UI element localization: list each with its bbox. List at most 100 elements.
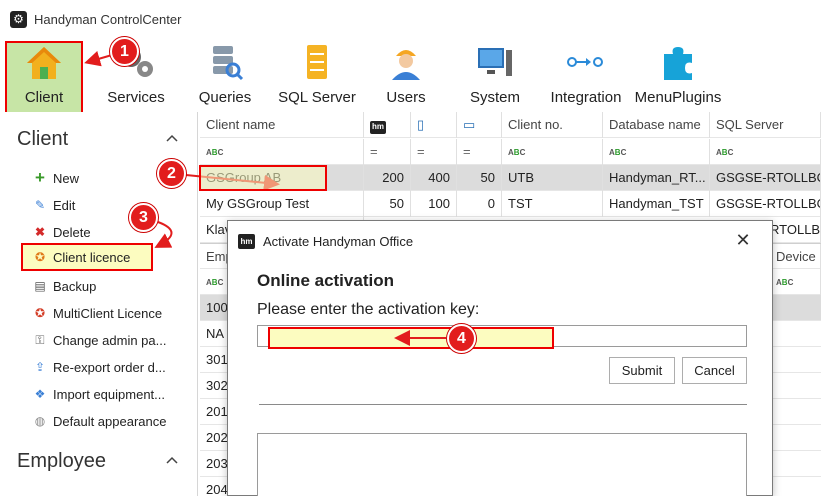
sidebar-item-label: Backup bbox=[53, 278, 97, 294]
database-search-icon bbox=[205, 42, 245, 82]
close-icon[interactable]: ✕ bbox=[734, 231, 752, 249]
sidebar-item-new[interactable]: + New bbox=[33, 167, 79, 189]
appearance-icon: ◍ bbox=[34, 414, 46, 428]
sidebar-item-client-licence[interactable]: ✪ Client licence bbox=[21, 243, 153, 271]
filter-hm[interactable]: = bbox=[364, 139, 411, 165]
sidebar-item-import-equipment[interactable]: ❖ Import equipment... bbox=[33, 383, 165, 405]
integration-icon bbox=[566, 42, 606, 82]
ribbon-services-label: Services bbox=[107, 89, 165, 106]
ribbon-integration-button[interactable]: Integration bbox=[546, 38, 626, 112]
grid-filter-row: ABC = = = ABC ABC ABC bbox=[200, 139, 821, 165]
sidebar-item-label: Delete bbox=[53, 224, 91, 240]
hm-icon: hm bbox=[370, 120, 386, 134]
edit-icon: ✎ bbox=[34, 198, 46, 212]
step-2-highlight bbox=[199, 165, 327, 191]
cell-hm: 200 bbox=[364, 165, 411, 191]
computer-icon bbox=[475, 42, 515, 82]
equals-filter-icon: = bbox=[417, 144, 425, 159]
chevron-up-icon[interactable] bbox=[166, 454, 178, 466]
text-filter-icon: ABC bbox=[508, 148, 526, 157]
export-icon: ⇪ bbox=[34, 360, 46, 374]
activation-key-label: Please enter the activation key: bbox=[257, 301, 480, 318]
sidebar-item-backup[interactable]: ▤ Backup bbox=[33, 275, 96, 297]
step-1-badge: 1 bbox=[110, 37, 139, 66]
import-icon: ❖ bbox=[34, 387, 46, 401]
sidebar-client-header: Client bbox=[17, 128, 69, 150]
step-2-badge: 2 bbox=[157, 159, 186, 188]
plus-icon: + bbox=[35, 168, 45, 187]
table-row[interactable]: My GSGroup Test 50 100 0 TST Handyman_TS… bbox=[200, 191, 821, 217]
sidebar-item-change-admin-password[interactable]: ⚿ Change admin pa... bbox=[33, 329, 166, 351]
filter-client-no[interactable]: ABC bbox=[502, 139, 603, 165]
sidebar-item-label: Change admin pa... bbox=[53, 332, 167, 348]
dialog-title: Activate Handyman Office bbox=[263, 233, 414, 249]
sidebar-item-label: Edit bbox=[53, 197, 76, 213]
ribbon-queries-button[interactable]: Queries bbox=[192, 38, 258, 112]
equals-filter-icon: = bbox=[370, 144, 378, 159]
ribbon-users-button[interactable]: Users bbox=[378, 38, 434, 112]
cell-sql-server: GSGSE-RTOLLBOM bbox=[710, 191, 821, 217]
ribbon-menuplugins-button[interactable]: MenuPlugins bbox=[634, 38, 722, 112]
sidebar-item-label: New bbox=[53, 170, 80, 186]
window-titlebar: ⚙ Handyman ControlCenter bbox=[0, 0, 821, 38]
cancel-button[interactable]: Cancel bbox=[682, 357, 747, 384]
cell-client-name: My GSGroup Test bbox=[200, 191, 364, 217]
filter-desktop[interactable]: = bbox=[457, 139, 502, 165]
cell-database-name: Handyman_RT... bbox=[603, 165, 710, 191]
column-header-desktop[interactable]: ▭ bbox=[457, 112, 502, 138]
filter-client-name[interactable]: ABC bbox=[200, 139, 364, 165]
sidebar-item-label: Import equipment... bbox=[53, 386, 165, 402]
filter-mobile[interactable]: = bbox=[411, 139, 457, 165]
cell-desktop: 0 bbox=[457, 191, 502, 217]
sidebar-item-label: Client licence bbox=[53, 249, 131, 265]
sidebar-item-re-export-order[interactable]: ⇪ Re-export order d... bbox=[33, 356, 166, 378]
filter-database-name[interactable]: ABC bbox=[603, 139, 710, 165]
monitor-icon: ▭ bbox=[463, 117, 476, 132]
ribbon-client-label: Client bbox=[24, 89, 64, 106]
puzzle-icon bbox=[658, 42, 698, 82]
filter-sql-server[interactable]: ABC bbox=[710, 139, 821, 165]
activation-dialog: hm Activate Handyman Office ✕ Online act… bbox=[227, 220, 773, 496]
column-header-client-no[interactable]: Client no. bbox=[502, 112, 603, 138]
column-header-device[interactable]: Device n bbox=[770, 244, 821, 270]
equals-filter-icon: = bbox=[463, 144, 471, 159]
sidebar-item-label: Re-export order d... bbox=[53, 359, 166, 375]
dialog-divider bbox=[259, 404, 747, 405]
sidebar-item-edit[interactable]: ✎ Edit bbox=[33, 194, 75, 216]
column-header-sql-server[interactable]: SQL Server bbox=[710, 112, 821, 138]
cell-hm: 50 bbox=[364, 191, 411, 217]
column-header-database-name[interactable]: Database name bbox=[603, 112, 710, 138]
sidebar-item-multiclient-licence[interactable]: ✪ MultiClient Licence bbox=[33, 302, 162, 324]
ribbon-client-button[interactable]: Client bbox=[5, 41, 83, 114]
cell-client-no: UTB bbox=[502, 165, 603, 191]
filter-device[interactable]: ABC bbox=[770, 269, 821, 295]
chevron-up-icon[interactable] bbox=[166, 132, 178, 144]
column-header-mobile[interactable]: ▯ bbox=[411, 112, 457, 138]
activation-key-highlight bbox=[268, 327, 554, 349]
column-header-hm[interactable]: hm bbox=[364, 112, 411, 138]
cell-mobile: 400 bbox=[411, 165, 457, 191]
ribbon-users-label: Users bbox=[386, 89, 426, 106]
licence-icon: ✪ bbox=[34, 250, 46, 264]
ribbon-integration-label: Integration bbox=[550, 89, 622, 106]
step-3-badge: 3 bbox=[129, 203, 158, 232]
activation-response-area[interactable] bbox=[257, 433, 747, 496]
house-icon bbox=[24, 43, 64, 82]
column-header-client-name[interactable]: Client name bbox=[200, 112, 364, 138]
sidebar-item-label: Default appearance bbox=[53, 413, 167, 429]
sidebar-item-delete[interactable]: ✖ Delete bbox=[33, 221, 91, 243]
text-filter-icon: ABC bbox=[716, 148, 734, 157]
key-icon: ⚿ bbox=[35, 332, 45, 347]
dialog-heading: Online activation bbox=[257, 271, 394, 290]
ribbon-system-button[interactable]: System bbox=[462, 38, 528, 112]
ribbon-sql-server-button[interactable]: SQL Server bbox=[276, 38, 358, 112]
worker-icon bbox=[386, 42, 426, 82]
ribbon-menuplugins-label: MenuPlugins bbox=[634, 89, 722, 106]
cell-database-name: Handyman_TST bbox=[603, 191, 710, 217]
submit-button[interactable]: Submit bbox=[609, 357, 675, 384]
sql-server-icon bbox=[297, 42, 337, 82]
hm-icon: hm bbox=[238, 233, 255, 249]
text-filter-icon: ABC bbox=[609, 148, 627, 157]
ribbon-system-label: System bbox=[469, 89, 520, 106]
sidebar-item-default-appearance[interactable]: ◍ Default appearance bbox=[33, 410, 167, 432]
